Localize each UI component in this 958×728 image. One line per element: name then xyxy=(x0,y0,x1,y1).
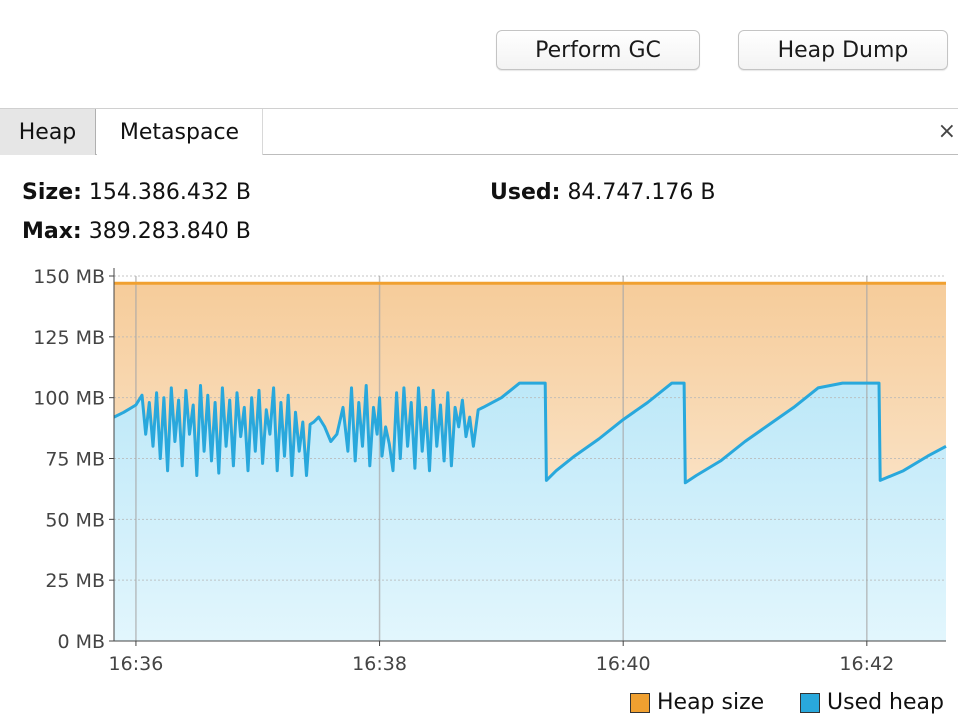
legend-heap-size-label: Heap size xyxy=(657,690,765,715)
heap-used-stat: Used: 84.747.176 B xyxy=(490,180,716,205)
x-tick-label: 16:38 xyxy=(352,653,407,675)
max-value: 389.283.840 B xyxy=(88,219,251,244)
tab-heap[interactable]: Heap xyxy=(0,109,96,155)
heap-dump-button[interactable]: Heap Dump xyxy=(738,30,948,70)
perform-gc-button[interactable]: Perform GC xyxy=(496,30,700,70)
legend-used-heap-swatch xyxy=(800,692,820,713)
x-tick-label: 16:42 xyxy=(839,653,894,675)
y-tick-label: 25 MB xyxy=(45,570,105,592)
legend-used-heap-label: Used heap xyxy=(827,690,944,715)
y-tick-label: 0 MB xyxy=(57,631,105,653)
y-tick-label: 75 MB xyxy=(45,449,105,471)
x-tick-label: 16:36 xyxy=(109,653,164,675)
used-label: Used: xyxy=(490,180,561,205)
y-tick-label: 125 MB xyxy=(33,327,105,349)
close-icon[interactable]: × xyxy=(938,119,956,144)
heap-chart: 0 MB 25 MB 50 MB 75 MB 100 MB 125 MB 150 MB 16:… xyxy=(33,266,947,675)
max-label: Max: xyxy=(22,219,82,244)
used-value: 84.747.176 B xyxy=(567,180,716,205)
y-tick-label: 150 MB xyxy=(33,266,105,288)
legend-heap-size-swatch xyxy=(630,692,650,713)
y-tick-label: 100 MB xyxy=(33,388,105,410)
legend-heap-size: Heap size xyxy=(630,690,764,715)
legend-used-heap: Used heap xyxy=(800,690,944,715)
tab-metaspace[interactable]: Metaspace xyxy=(97,109,263,155)
x-tick-label: 16:40 xyxy=(596,653,651,675)
tab-bar: Heap Metaspace × xyxy=(0,108,958,155)
heap-size-stat: Size: 154.386.432 B xyxy=(22,180,251,205)
y-tick-label: 50 MB xyxy=(45,509,105,531)
heap-max-stat: Max: 389.283.840 B xyxy=(22,219,251,244)
size-label: Size: xyxy=(22,180,82,205)
size-value: 154.386.432 B xyxy=(88,180,251,205)
